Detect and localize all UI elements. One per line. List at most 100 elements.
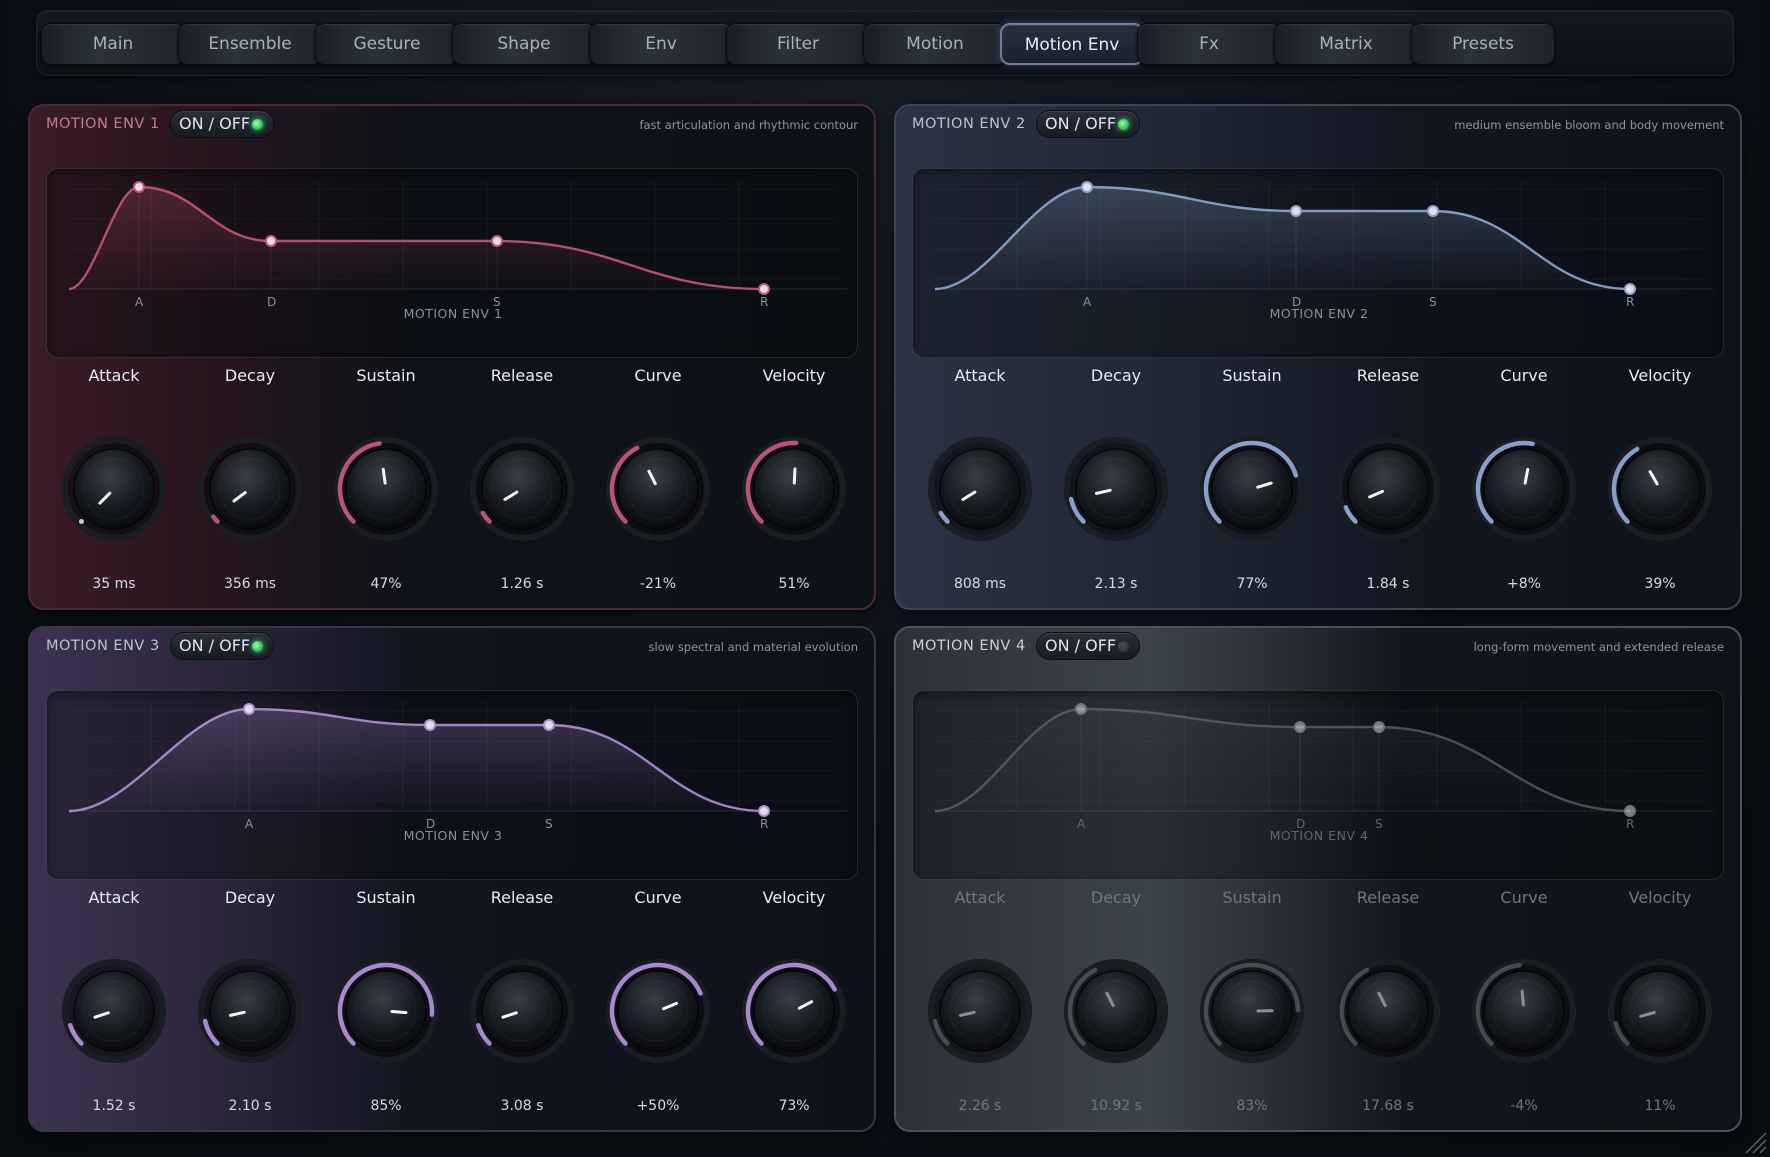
knob-curve[interactable] [603, 434, 713, 544]
knob-value-release: 1.84 s [1366, 576, 1410, 592]
envelope-point-decay[interactable] [424, 719, 436, 731]
knob-body [939, 448, 1021, 530]
motion-env-panel-3: MOTION ENV 3 ON / OFF slow spectral and ma… [28, 626, 876, 1132]
panel-title: MOTION ENV 3 [46, 638, 160, 654]
knob-graphic [198, 437, 302, 541]
knob-body [1347, 448, 1429, 530]
knob-pointer [1520, 989, 1525, 1007]
knob-graphic [606, 959, 710, 1063]
on-off-toggle[interactable]: ON / OFF [1036, 632, 1140, 660]
knob-attack[interactable] [59, 956, 169, 1066]
knob-label-velocity: Velocity [1628, 888, 1692, 907]
knob-graphic [1472, 959, 1576, 1063]
knob-label-release: Release [490, 366, 554, 385]
tab-presets[interactable]: Presets [1411, 23, 1555, 65]
knob-body [1211, 970, 1293, 1052]
envelope-point-release[interactable] [1624, 805, 1636, 817]
knob-graphic [1336, 959, 1440, 1063]
envelope-point-release[interactable] [1624, 283, 1636, 295]
knob-decay[interactable] [195, 956, 305, 1066]
tab-main[interactable]: Main [41, 23, 185, 65]
knob-release[interactable] [1333, 434, 1443, 544]
panel-title: MOTION ENV 2 [912, 116, 1026, 132]
envelope-point-attack[interactable] [133, 181, 145, 193]
knob-curve[interactable] [1469, 434, 1579, 544]
envelope-point-sustain[interactable] [1427, 205, 1439, 217]
motion-env-panel-1: MOTION ENV 1 ON / OFF fast articulation an… [28, 104, 876, 610]
tab-ensemble[interactable]: Ensemble [178, 23, 322, 65]
on-off-toggle[interactable]: ON / OFF [170, 110, 274, 138]
knob-body [73, 970, 155, 1052]
envelope-point-decay[interactable] [1294, 721, 1306, 733]
envelope-graph[interactable]: A D S R MOTION ENV 1 [46, 168, 858, 358]
knob-sustain[interactable] [1197, 956, 1307, 1066]
knob-decay[interactable] [1061, 434, 1171, 544]
knob-label-decay: Decay [1090, 888, 1142, 907]
knob-graphic [470, 959, 574, 1063]
tab-matrix[interactable]: Matrix [1274, 23, 1418, 65]
knob-velocity[interactable] [739, 956, 849, 1066]
envelope-graph[interactable]: A D S R MOTION ENV 3 [46, 690, 858, 880]
tab-filter[interactable]: Filter [726, 23, 870, 65]
knob-decay[interactable] [1061, 956, 1171, 1066]
knob-value-attack: 35 ms [92, 576, 136, 592]
knob-release[interactable] [467, 434, 577, 544]
motion-env-panel-2: MOTION ENV 2 ON / OFF medium ensemble bloo… [894, 104, 1742, 610]
envelope-point-sustain[interactable] [1373, 721, 1385, 733]
tab-fx[interactable]: Fx [1137, 23, 1281, 65]
toggle-label: ON / OFF [179, 114, 251, 133]
envelope-point-release[interactable] [758, 283, 770, 295]
tab-env[interactable]: Env [589, 23, 733, 65]
knob-sustain[interactable] [1197, 434, 1307, 544]
tab-motion-env[interactable]: Motion Env [1000, 23, 1144, 65]
knob-curve[interactable] [603, 956, 713, 1066]
tab-motion[interactable]: Motion [863, 23, 1007, 65]
knob-attack[interactable] [59, 434, 169, 544]
envelope-point-sustain[interactable] [491, 235, 503, 247]
envelope-point-decay[interactable] [265, 235, 277, 247]
envelope-svg [67, 703, 847, 817]
knob-value-decay: 10.92 s [1090, 1098, 1142, 1114]
knob-release[interactable] [1333, 956, 1443, 1066]
knob-velocity[interactable] [1605, 434, 1715, 544]
knob-graphic [62, 437, 166, 541]
knob-attack[interactable] [925, 434, 1035, 544]
knob-pointer [390, 1009, 408, 1015]
knob-release[interactable] [467, 956, 577, 1066]
knob-body [1211, 448, 1293, 530]
envelope-point-attack[interactable] [1081, 181, 1093, 193]
on-off-toggle[interactable]: ON / OFF [1036, 110, 1140, 138]
envelope-point-decay[interactable] [1290, 205, 1302, 217]
knob-graphic [1200, 959, 1304, 1063]
envelope-point-release[interactable] [758, 805, 770, 817]
knob-attack[interactable] [925, 956, 1035, 1066]
knob-body [345, 448, 427, 530]
led-indicator-icon [252, 119, 263, 130]
knob-velocity[interactable] [1605, 956, 1715, 1066]
point-label-attack: A [1077, 817, 1086, 831]
tab-shape[interactable]: Shape [452, 23, 596, 65]
point-label-decay: D [267, 295, 277, 309]
envelope-graph[interactable]: A D S R MOTION ENV 4 [912, 690, 1724, 880]
envelope-point-sustain[interactable] [543, 719, 555, 731]
envelope-point-attack[interactable] [1075, 703, 1087, 715]
envelope-point-attack[interactable] [243, 703, 255, 715]
knob-graphic [1200, 437, 1304, 541]
knob-sustain[interactable] [331, 956, 441, 1066]
knob-body [1483, 448, 1565, 530]
motion-env-page: Main Ensemble Gesture Shape Env Filter M… [0, 0, 1770, 1157]
envelope-fill [935, 187, 1630, 289]
knob-curve[interactable] [1469, 956, 1579, 1066]
panel-title: MOTION ENV 1 [46, 116, 160, 132]
panel-description: long-form movement and extended release [1473, 640, 1724, 654]
knob-sustain[interactable] [331, 434, 441, 544]
envelope-graph[interactable]: A D S R MOTION ENV 2 [912, 168, 1724, 358]
knob-label-curve: Curve [1500, 366, 1548, 385]
tab-gesture[interactable]: Gesture [315, 23, 459, 65]
knob-decay[interactable] [195, 434, 305, 544]
resize-grip-icon[interactable] [1740, 1127, 1768, 1155]
envelope-fill [935, 709, 1630, 811]
knob-body [209, 970, 291, 1052]
knob-velocity[interactable] [739, 434, 849, 544]
on-off-toggle[interactable]: ON / OFF [170, 632, 274, 660]
